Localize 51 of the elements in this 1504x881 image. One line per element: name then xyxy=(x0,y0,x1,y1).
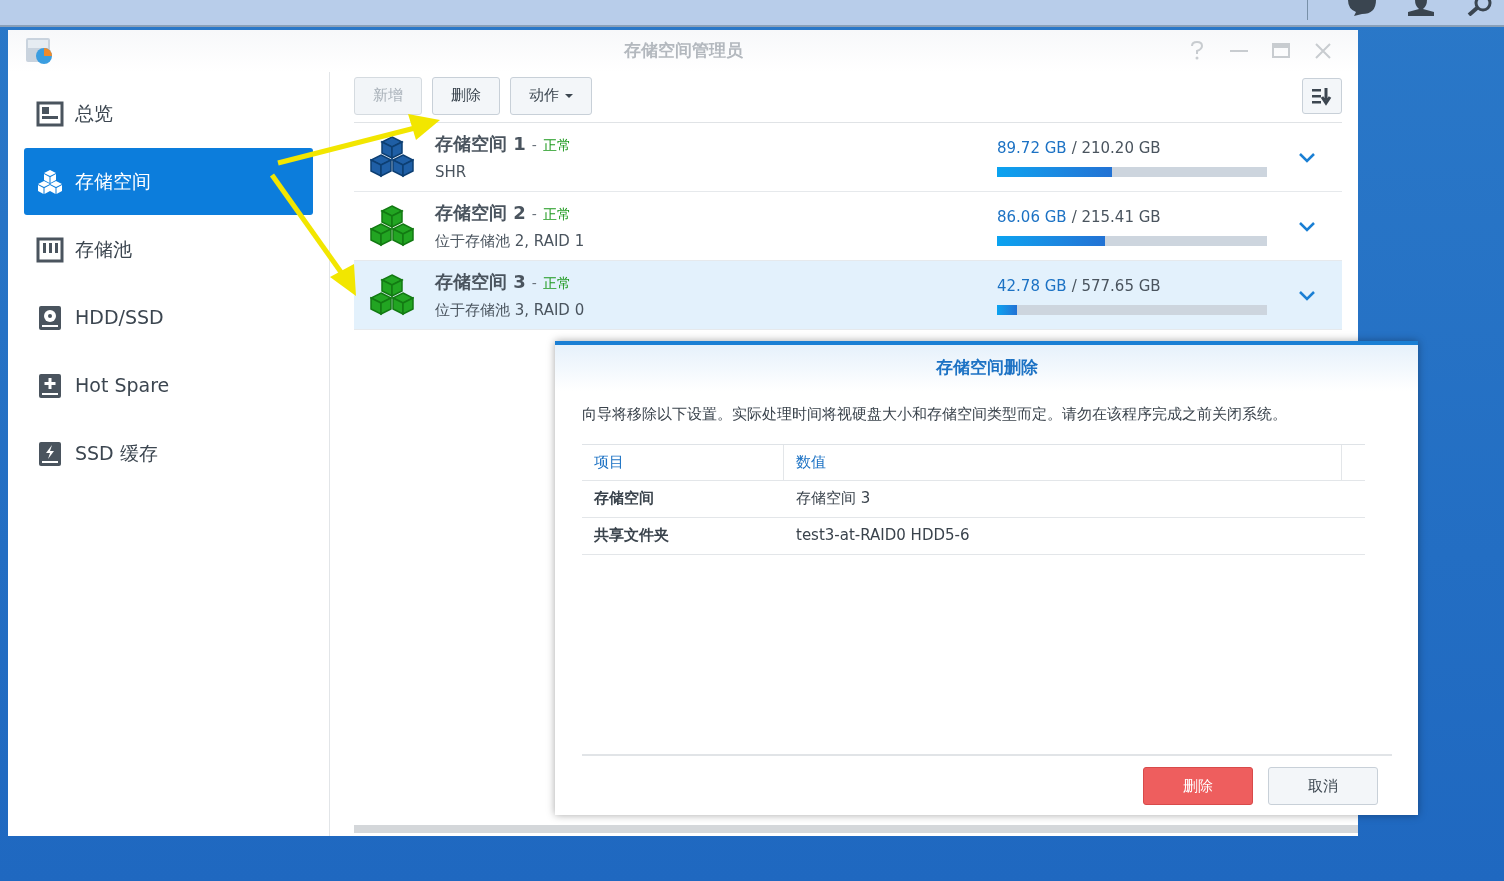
volume-detail: 位于存储池 3, RAID 0 xyxy=(435,300,586,322)
total-size: / 215.41 GB xyxy=(1071,206,1161,228)
chevron-down-icon[interactable] xyxy=(1298,220,1316,232)
overview-icon xyxy=(36,99,64,128)
plus-drive-icon xyxy=(36,371,64,400)
volume-name: 存储空间 1 xyxy=(435,132,526,157)
lightning-drive-icon xyxy=(36,439,64,468)
volume-detail: SHR xyxy=(435,162,468,184)
pool-icon xyxy=(36,235,64,264)
total-size: / 577.65 GB xyxy=(1071,275,1161,297)
status-label: 正常 xyxy=(542,274,571,294)
sort-icon xyxy=(1311,85,1333,106)
sidebar-item[interactable]: HDD/SSD xyxy=(24,284,313,351)
status-label: 正常 xyxy=(542,205,571,225)
volume-name: 存储空间 3 xyxy=(435,270,526,295)
sidebar-item[interactable]: 存储空间 xyxy=(24,148,313,215)
dialog-title: 存储空间删除 xyxy=(935,356,1038,380)
scrollbar[interactable] xyxy=(354,825,1358,833)
toolbar-button[interactable]: 动作 xyxy=(510,76,592,115)
user-icon[interactable] xyxy=(1406,0,1436,16)
table-cell-text: 存储空间 xyxy=(593,488,655,510)
table-cell-text: 共享文件夹 xyxy=(593,525,670,547)
volume-name: 存储空间 2 xyxy=(435,201,526,226)
sidebar-item[interactable]: 总览 xyxy=(24,80,313,147)
sort-button[interactable] xyxy=(1302,77,1342,114)
volume-row[interactable]: 存储空间 3 - 正常 位于存储池 3, RAID 0 42.78 GB / 577.65 GB xyxy=(354,261,1342,330)
sidebar-item[interactable]: Hot Spare xyxy=(24,352,313,419)
column-header[interactable]: 数值 xyxy=(784,444,1342,480)
cubes-icon xyxy=(36,167,64,196)
used-size: 42.78 GB xyxy=(997,275,1067,297)
chevron-down-icon[interactable] xyxy=(1298,151,1316,163)
dash-separator: - xyxy=(531,205,537,225)
dialog-message: 向导将移除以下设置。实际处理时间将视硬盘大小和存储空间类型而定。请勿在该程序完成之前关闭系统。 xyxy=(582,404,1288,425)
dash-separator: - xyxy=(531,274,537,294)
sidebar-item[interactable]: SSD 缓存 xyxy=(24,420,313,487)
chevron-down-icon[interactable] xyxy=(1298,289,1316,301)
used-size: 86.06 GB xyxy=(997,206,1067,228)
sidebar-item[interactable]: 存储池 xyxy=(24,216,313,283)
used-size: 89.72 GB xyxy=(997,137,1067,159)
caret-icon xyxy=(565,93,573,98)
column-header[interactable]: 项目 xyxy=(582,444,784,480)
cancel-button[interactable]: 取消 xyxy=(1268,767,1378,805)
toolbar-button[interactable]: 删除 xyxy=(432,76,500,115)
window-title: 存储空间管理员 xyxy=(623,39,743,63)
dash-separator: - xyxy=(531,136,537,156)
chat-icon[interactable] xyxy=(1346,0,1378,16)
table-cell-text: test3-at-RAID0 HDD5-6 xyxy=(795,525,971,547)
table-cell-text: 存储空间 3 xyxy=(795,488,872,510)
status-label: 正常 xyxy=(542,136,571,156)
volume-detail: 位于存储池 2, RAID 1 xyxy=(435,231,586,253)
total-size: / 210.20 GB xyxy=(1071,137,1161,159)
